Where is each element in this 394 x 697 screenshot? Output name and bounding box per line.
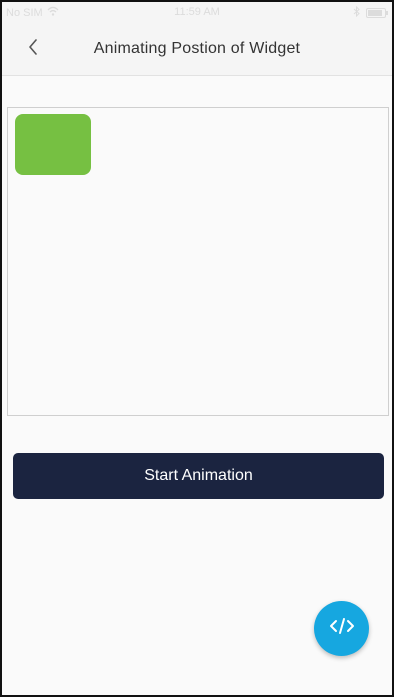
view-code-button[interactable] [314,601,369,656]
bluetooth-icon [353,5,360,20]
device-frame: No SIM 11:59 AM Animating Postion of Wid… [0,0,394,697]
status-bar: No SIM 11:59 AM [2,2,392,24]
code-icon [329,617,355,640]
start-animation-button[interactable]: Start Animation [13,453,384,499]
page-title: Animating Postion of Widget [93,40,301,57]
navigation-bar: Animating Postion of Widget [2,24,392,76]
animated-box [15,114,91,175]
animation-stage [7,107,389,416]
battery-icon [366,8,388,18]
status-time: 11:59 AM [174,6,220,18]
status-right [353,5,388,20]
